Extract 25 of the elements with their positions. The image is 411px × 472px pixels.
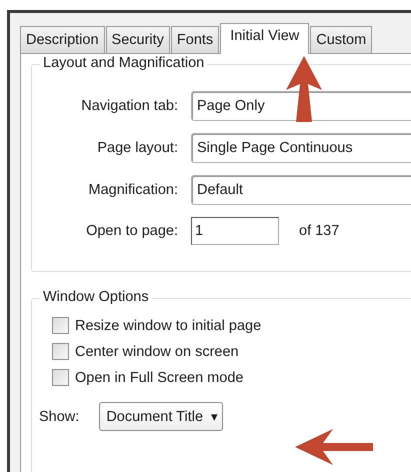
dropdown-field[interactable]: Default — [191, 175, 411, 205]
tab[interactable]: Custom — [310, 26, 372, 53]
checkbox-label: Open in Full Screen mode — [75, 370, 244, 386]
checkbox-label: Center window on screen — [75, 344, 239, 360]
field-label: Magnification: — [88, 182, 178, 198]
group-title: Layout and Magnification — [40, 55, 208, 71]
tab[interactable]: Fonts — [170, 26, 220, 53]
field-label: Page layout: — [96, 140, 178, 156]
field-label: Show: — [39, 408, 80, 424]
checkbox[interactable] — [52, 343, 69, 360]
arrow-icon — [293, 427, 375, 467]
field-label: Navigation tab: — [80, 98, 178, 114]
group-title: Window Options — [40, 289, 152, 305]
tab[interactable]: Security — [106, 26, 170, 53]
tab[interactable]: Description — [20, 26, 105, 53]
checkbox[interactable] — [52, 317, 69, 334]
checkbox-label: Resize window to initial page — [75, 318, 262, 334]
dropdown-field[interactable]: Page Only — [191, 91, 411, 121]
checkbox[interactable] — [52, 369, 69, 386]
page-count: of 137 — [299, 223, 340, 239]
input-field[interactable]: 1 — [191, 217, 279, 245]
dropdown-field[interactable]: Document Title ▾ — [99, 402, 224, 431]
field-label: Open to page: — [85, 223, 178, 239]
tab[interactable]: Initial View — [220, 23, 310, 54]
dropdown-field[interactable]: Single Page Continuous — [191, 133, 411, 163]
